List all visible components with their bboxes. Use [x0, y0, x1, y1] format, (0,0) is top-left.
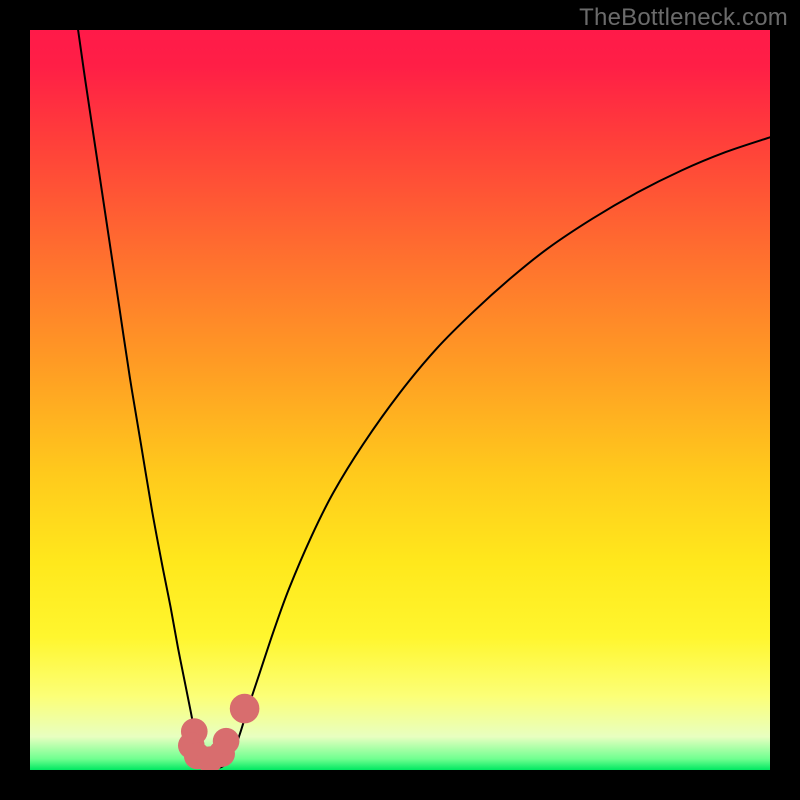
right-top-marker: [230, 694, 260, 724]
gradient-background: [30, 30, 770, 770]
chart-svg: [30, 30, 770, 770]
right-side-marker: [213, 728, 240, 755]
outer-black-frame: TheBottleneck.com: [0, 0, 800, 800]
plot-area: [30, 30, 770, 770]
watermark-text: TheBottleneck.com: [579, 4, 788, 32]
